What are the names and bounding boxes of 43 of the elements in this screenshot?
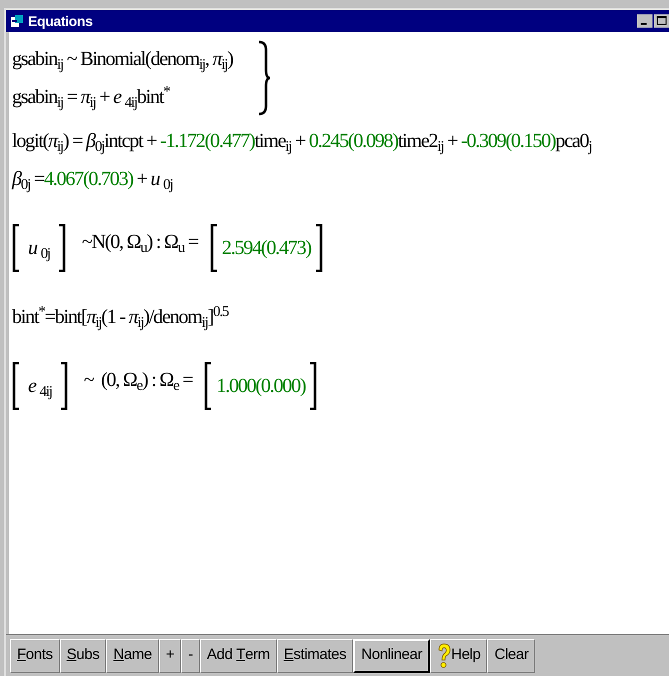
estimate-value: -1.172(0.477) <box>160 129 255 154</box>
toolbar-button[interactable]: Clear <box>487 638 536 672</box>
left-bracket-icon <box>210 224 218 272</box>
toolbar-button[interactable]: Estimates <box>276 638 354 672</box>
equation-text: time2$_{ij}$ + <box>398 129 458 154</box>
equation-text: ~N(0, Ω$_{u}$) : Ω$_{u}$ = <box>82 230 198 255</box>
right-bracket-icon <box>58 224 66 272</box>
equation-text: logit(π$_{ij}$) = β$_{0j}$intcpt + <box>12 129 158 154</box>
equation-text: u $_{0j}$ <box>27 236 51 261</box>
right-bracket-icon <box>314 224 323 272</box>
right-bracket-icon <box>60 362 68 410</box>
window-icon <box>10 14 24 28</box>
left-bracket-icon <box>12 362 20 410</box>
estimate-value: 4.067(0.703) <box>44 167 133 192</box>
right-bracket-icon <box>309 362 318 410</box>
question-mark-icon <box>437 642 452 668</box>
equation-text: bint$^{*}$=bint[π$_{ij}$(1 - π$_{ij}$)/denom$_{ij}$]$^{0.5}$ <box>12 304 228 330</box>
estimate-value: 2.594(0.473) <box>222 236 311 261</box>
toolbar-button[interactable]: Subs <box>60 638 106 672</box>
toolbar-button[interactable]: Name <box>106 638 159 672</box>
estimate-value: 0.245(0.098) <box>308 129 398 154</box>
equation-text: gsabin$_{ij}$ ~ Binomial(denom$_{ij}$, π$_{ij}$) <box>12 47 233 72</box>
equation-text: time$_{ij}$ + <box>254 129 306 154</box>
brace-icon <box>256 40 271 116</box>
toolbar-button[interactable]: Fonts <box>10 638 60 672</box>
equation-text: β$_{0j}$ = <box>12 167 44 192</box>
toolbar-button[interactable]: Nonlinear <box>353 638 430 672</box>
maximize-icon[interactable] <box>654 14 669 28</box>
equation-text: gsabin$_{ij}$ = π$_{ij}$ + e $_{4ij}$bint$^{*}$ <box>12 84 170 110</box>
equation-text: + u $_{0j}$ <box>136 167 172 192</box>
minimize-icon[interactable] <box>637 14 652 28</box>
left-bracket-icon <box>204 362 212 410</box>
equation-text: pca0$_{j}$ <box>555 129 592 154</box>
window-title: Equations <box>28 12 93 31</box>
left-bracket-icon <box>12 224 20 272</box>
toolbar-button[interactable]: Add Term <box>200 638 277 672</box>
toolbar-button[interactable]: + <box>158 638 182 672</box>
help-button[interactable]: Help <box>430 638 488 672</box>
toolbar-button[interactable]: - <box>181 638 200 672</box>
equation-text: e $_{4ij}$ <box>27 374 53 399</box>
estimate-value: -0.309(0.150) <box>461 129 556 154</box>
estimate-value: 1.000(0.000) <box>216 374 306 399</box>
equation-text: ~ (0, Ω$_{e}$) : Ω$_{e}$ = <box>84 368 192 393</box>
